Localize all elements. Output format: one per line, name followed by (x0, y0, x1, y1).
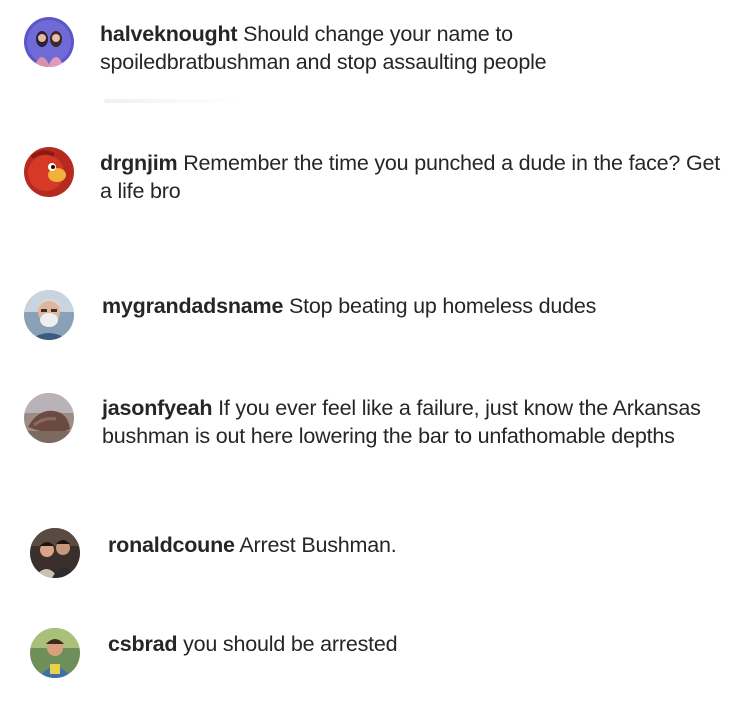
profile-photo-rock-icon[interactable] (24, 393, 74, 443)
comment-text: you should be arrested (183, 632, 398, 656)
comment-item: drgnjim Remember the time you punched a … (24, 147, 720, 205)
comment-body: drgnjim Remember the time you punched a … (100, 149, 720, 205)
comment-item: jasonfyeah If you ever feel like a failu… (24, 393, 736, 450)
comment-body: mygrandadsname Stop beating up homeless … (102, 292, 702, 320)
comment-body: csbrad you should be arrested (108, 630, 608, 658)
comment-username[interactable]: jasonfyeah (102, 396, 213, 420)
profile-photo-older-man-icon[interactable] (24, 290, 74, 340)
comment-text: Arrest Bushman. (239, 533, 397, 557)
comment-username[interactable]: mygrandadsname (102, 294, 283, 318)
profile-photo-two-people-icon[interactable] (24, 17, 74, 67)
comment-username[interactable]: csbrad (108, 632, 178, 656)
comment-item: halveknought Should change your name to … (24, 17, 660, 76)
comment-username[interactable]: ronaldcoune (108, 533, 235, 557)
comment-username[interactable]: halveknought (100, 22, 238, 46)
profile-photo-outdoor-person-icon[interactable] (30, 628, 80, 678)
profile-photo-group-icon[interactable] (30, 528, 80, 578)
comment-text: Remember the time you punched a dude in … (100, 151, 726, 203)
comment-text: Stop beating up homeless dudes (289, 294, 597, 318)
profile-photo-red-cartoon-icon[interactable] (24, 147, 74, 197)
comment-body: jasonfyeah If you ever feel like a failu… (102, 394, 736, 450)
comment-item: ronaldcoune Arrest Bushman. (30, 528, 608, 578)
comment-item: csbrad you should be arrested (30, 628, 608, 678)
faded-meta-line (104, 99, 244, 103)
comment-username[interactable]: drgnjim (100, 151, 178, 175)
comment-body: halveknought Should change your name to … (100, 20, 660, 76)
comment-item: mygrandadsname Stop beating up homeless … (24, 290, 702, 340)
comment-body: ronaldcoune Arrest Bushman. (108, 531, 608, 559)
